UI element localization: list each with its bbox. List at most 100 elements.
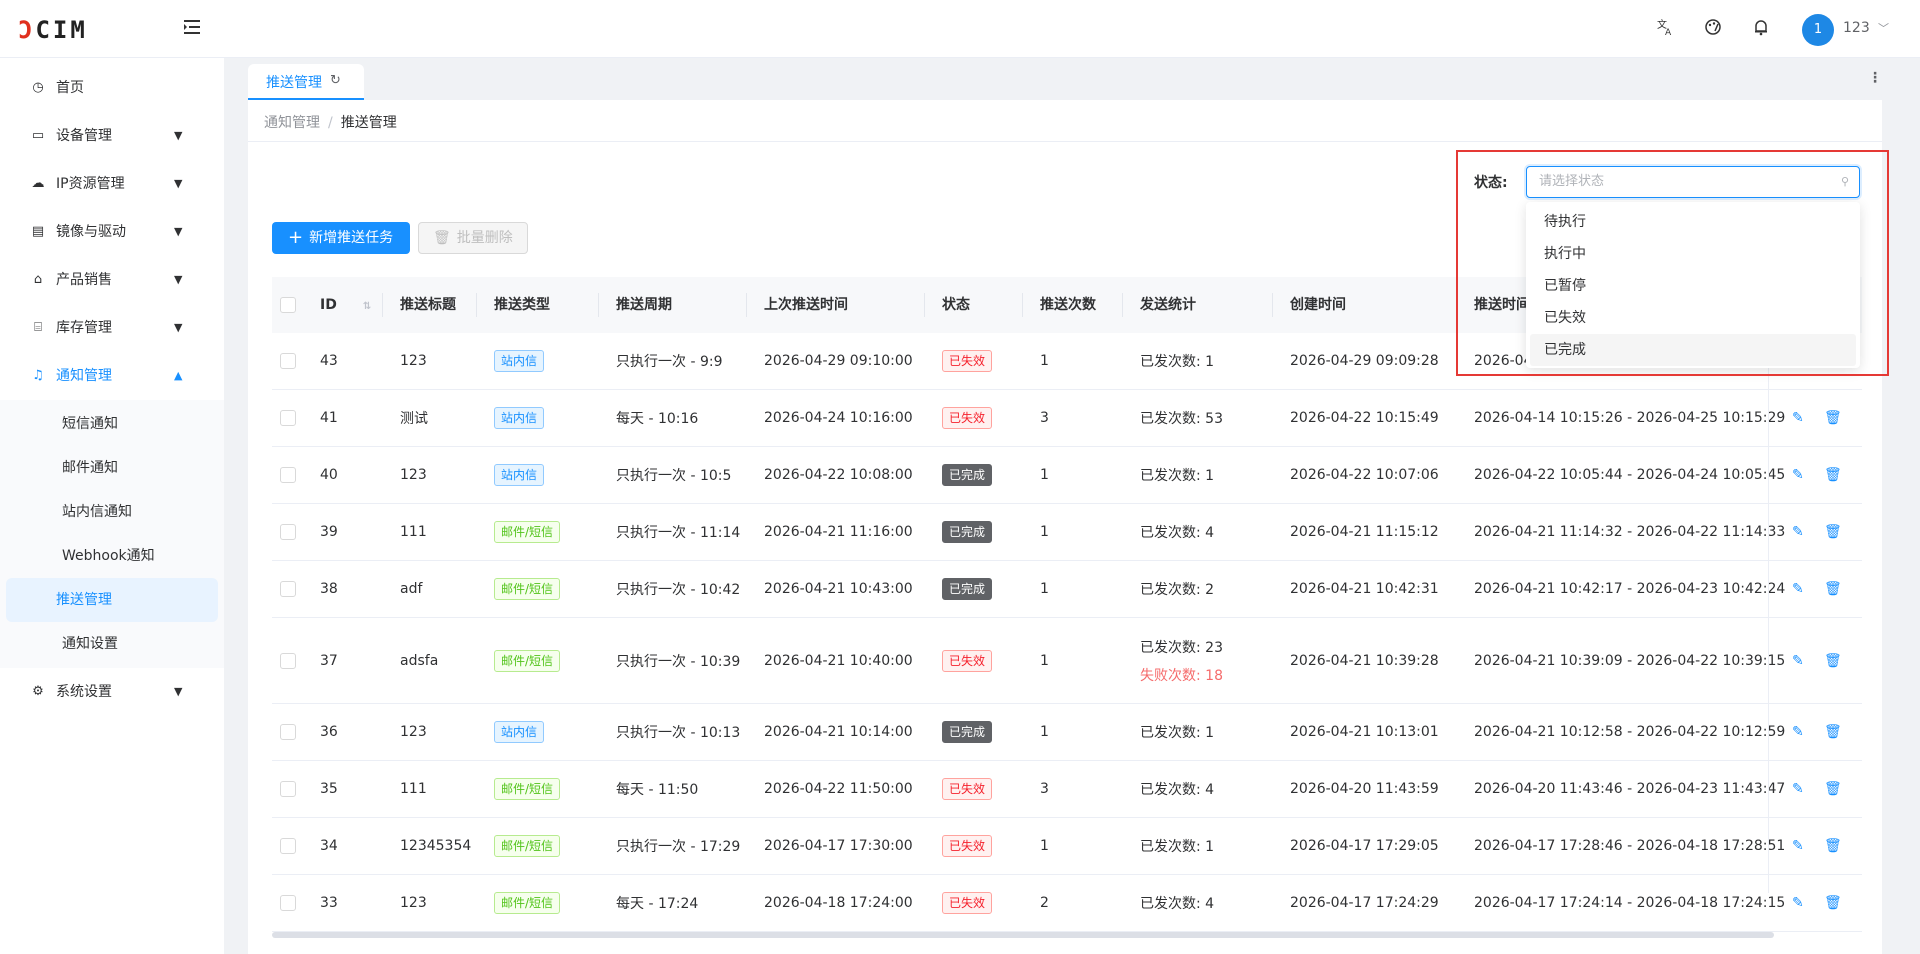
sidebar-subitem-inbox[interactable]: 站内信通知 <box>6 490 218 534</box>
row-checkbox[interactable] <box>280 581 296 597</box>
cycle-cell: 只执行一次 - 9:9 <box>616 333 722 389</box>
horizontal-scrollbar[interactable] <box>272 932 1774 938</box>
row-checkbox[interactable] <box>280 781 296 797</box>
sidebar-item-devices[interactable]: ▭ 设备管理 ▼ <box>0 112 224 160</box>
delete-icon[interactable]: 🗑 <box>1824 724 1842 740</box>
sidebar-subitem-email[interactable]: 邮件通知 <box>6 446 218 490</box>
sidebar-subitem-notification-settings[interactable]: 通知设置 <box>6 622 218 666</box>
id-value: 41 <box>320 410 338 426</box>
batch-delete-button[interactable]: 🗑 批量删除 <box>418 222 528 254</box>
add-push-task-button[interactable]: + 新增推送任务 <box>272 222 410 254</box>
type-cell: 邮件/短信 <box>494 504 561 560</box>
edit-icon[interactable]: ✎ <box>1792 838 1808 854</box>
column-header-title: 推送标题 <box>400 297 456 313</box>
tab-push-management[interactable]: 推送管理 ↻ <box>248 64 364 100</box>
delete-icon[interactable]: 🗑 <box>1824 467 1842 483</box>
sidebar-item-inventory[interactable]: ⌸ 库存管理 ▼ <box>0 304 224 352</box>
row-checkbox[interactable] <box>280 410 296 426</box>
sidebar-item-ip-resources[interactable]: ☁ IP资源管理 ▼ <box>0 160 224 208</box>
sidebar-item-system-settings[interactable]: ⚙ 系统设置 ▼ <box>0 668 224 716</box>
cloud-icon: ☁ <box>31 176 45 191</box>
status-cell: 已失效 <box>942 618 993 703</box>
title-value: 12345354 <box>400 838 472 854</box>
operations-cell: ✎ 🗑 <box>1792 818 1856 874</box>
send-stats: 已发次数: 2 <box>1140 579 1214 599</box>
row-checkbox[interactable] <box>280 724 296 740</box>
sidebar-item-notifications[interactable]: ♫ 通知管理 ▲ <box>0 352 224 400</box>
delete-icon[interactable]: 🗑 <box>1824 895 1842 911</box>
title-value: 123 <box>400 895 427 911</box>
bank-icon: ⌸ <box>34 320 42 335</box>
row-checkbox[interactable] <box>280 652 296 669</box>
created-cell: 2026-04-21 10:39:28 <box>1290 618 1439 703</box>
range-cell: 2026-04-22 10:05:44 - 2026-04-24 10:05:4… <box>1474 447 1785 503</box>
sidebar-subitem-sms[interactable]: 短信通知 <box>6 402 218 446</box>
delete-icon[interactable]: 🗑 <box>1824 410 1842 426</box>
row-checkbox[interactable] <box>280 838 296 854</box>
sidebar-item-home[interactable]: ◷ 首页 <box>0 64 224 112</box>
created-value: 2026-04-17 17:24:29 <box>1290 895 1439 911</box>
send-stats: 已发次数: 1 <box>1140 351 1214 371</box>
status-badge: 已完成 <box>942 464 993 486</box>
created-cell: 2026-04-21 10:13:01 <box>1290 704 1439 760</box>
refresh-icon[interactable]: ↻ <box>330 73 341 88</box>
edit-icon[interactable]: ✎ <box>1792 653 1808 669</box>
send-stats-cell: 已发次数: 23 失败次数: 18 <box>1140 618 1223 703</box>
edit-icon[interactable]: ✎ <box>1792 467 1808 483</box>
theme-palette-icon[interactable] <box>1702 18 1724 40</box>
sidebar-subitem-push-management[interactable]: 推送管理 <box>6 578 218 622</box>
send-stats: 已发次数: 4 <box>1140 779 1214 799</box>
delete-icon[interactable]: 🗑 <box>1824 781 1842 797</box>
caret-down-icon: ▼ <box>174 685 183 698</box>
count-cell: 1 <box>1040 447 1049 503</box>
edit-icon[interactable]: ✎ <box>1792 724 1808 740</box>
status-cell: 已失效 <box>942 875 993 931</box>
sidebar-item-product-sales[interactable]: ⌂ 产品销售 ▼ <box>0 256 224 304</box>
sort-icon[interactable]: ⇅ <box>363 301 371 312</box>
edit-icon[interactable]: ✎ <box>1792 581 1808 597</box>
delete-icon[interactable]: 🗑 <box>1824 653 1842 669</box>
type-cell: 邮件/短信 <box>494 875 561 931</box>
operations-cell: ✎ 🗑 <box>1792 390 1856 446</box>
delete-icon[interactable]: 🗑 <box>1824 524 1842 540</box>
status-badge: 已失效 <box>942 350 993 372</box>
avatar[interactable]: 1 <box>1802 14 1834 46</box>
column-header-id[interactable]: ID ⇅ <box>320 277 371 333</box>
breadcrumb-parent[interactable]: 通知管理 <box>264 115 320 131</box>
last-cell: 2026-04-22 10:08:00 <box>764 447 913 503</box>
title-value: 测试 <box>400 411 428 427</box>
row-checkbox[interactable] <box>280 467 296 483</box>
cycle-value: 只执行一次 - 10:42 <box>616 582 741 598</box>
edit-icon[interactable]: ✎ <box>1792 781 1808 797</box>
breadcrumb: 通知管理 / 推送管理 <box>264 112 397 132</box>
logo[interactable]: ϽCIM <box>18 16 88 44</box>
edit-icon[interactable]: ✎ <box>1792 524 1808 540</box>
menu-collapse-icon[interactable] <box>182 18 204 40</box>
id-cell: 36 <box>320 704 338 760</box>
bell-icon[interactable] <box>1750 18 1772 40</box>
row-checkbox[interactable] <box>280 353 296 369</box>
edit-icon[interactable]: ✎ <box>1792 895 1808 911</box>
last-cell: 2026-04-22 11:50:00 <box>764 761 913 817</box>
sidebar-subitem-webhook[interactable]: Webhook通知 <box>6 534 218 578</box>
last-cell: 2026-04-21 10:43:00 <box>764 561 913 617</box>
more-options-icon[interactable]: ⋮ <box>1868 70 1882 86</box>
edit-icon[interactable]: ✎ <box>1792 410 1808 426</box>
send-stats: 已发次数: 1 <box>1140 836 1214 856</box>
range-value: 2026-04-21 10:42:17 - 2026-04-23 10:42:2… <box>1474 581 1786 597</box>
row-checkbox[interactable] <box>280 524 296 540</box>
delete-icon[interactable]: 🗑 <box>1824 581 1842 597</box>
row-checkbox[interactable] <box>280 895 296 911</box>
title-cell: 测试 <box>400 390 428 446</box>
sidebar-item-images-drivers[interactable]: ▤ 镜像与驱动 ▼ <box>0 208 224 256</box>
id-cell: 33 <box>320 875 338 931</box>
id-value: 34 <box>320 838 338 854</box>
delete-icon[interactable]: 🗑 <box>1824 838 1842 854</box>
username[interactable]: 123 <box>1843 20 1870 36</box>
chevron-down-icon[interactable]: ﹀ <box>1878 20 1889 36</box>
created-cell: 2026-04-22 10:15:49 <box>1290 390 1439 446</box>
translate-icon[interactable]: 文A <box>1654 18 1676 40</box>
type-cell: 邮件/短信 <box>494 618 561 703</box>
select-all-checkbox[interactable] <box>280 297 296 313</box>
range-cell: 2026-04-20 11:43:46 - 2026-04-23 11:43:4… <box>1474 761 1785 817</box>
